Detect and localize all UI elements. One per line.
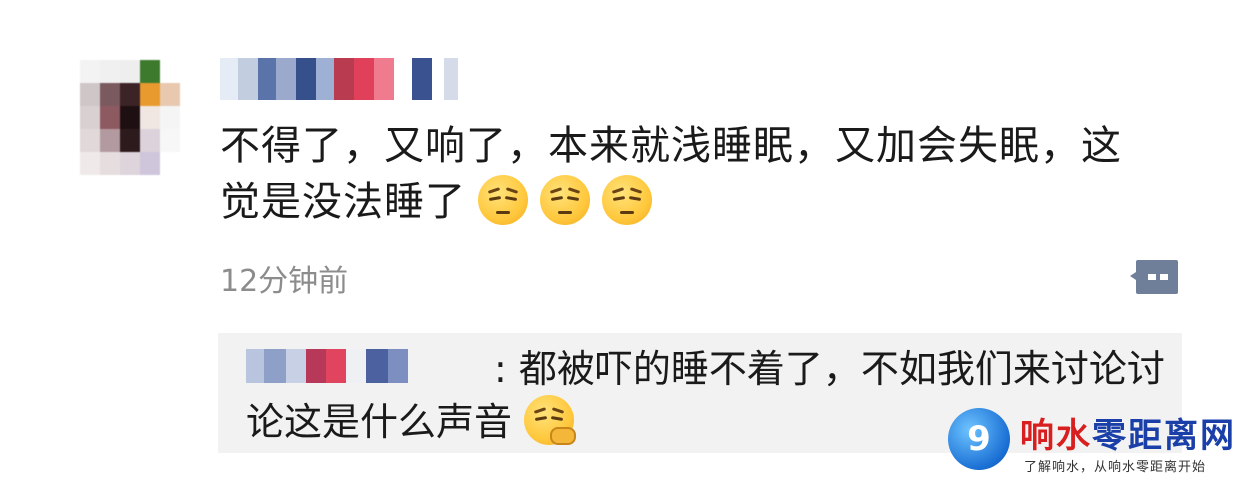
watermark-subtitle: 了解响水，从响水零距离开始 xyxy=(1024,460,1207,475)
avatar[interactable] xyxy=(80,60,180,175)
comment-body: 不得了，又响了，本来就浅睡眠，又加会失眠，这觉是没法睡了 xyxy=(220,118,1160,230)
watermark-title: 响水零距离网 xyxy=(1020,416,1236,456)
comment-bubble-icon xyxy=(1130,260,1178,294)
site-logo-icon: 9 xyxy=(948,408,1010,470)
pensive-face-emoji xyxy=(540,175,590,225)
timestamp: 12分钟前 xyxy=(220,264,349,299)
watermark: 9 响水零距离网 了解响水，从响水零距离开始 xyxy=(948,408,1238,484)
pensive-face-emoji xyxy=(602,175,652,225)
thinking-face-emoji xyxy=(524,395,577,445)
pensive-face-emoji xyxy=(478,175,528,225)
comment-text: 不得了，又响了，本来就浅睡眠，又加会失眠，这觉是没法睡了 xyxy=(220,123,1122,225)
reply-separator: : xyxy=(494,347,507,391)
reply-button[interactable] xyxy=(1130,258,1180,298)
username[interactable] xyxy=(220,58,480,102)
